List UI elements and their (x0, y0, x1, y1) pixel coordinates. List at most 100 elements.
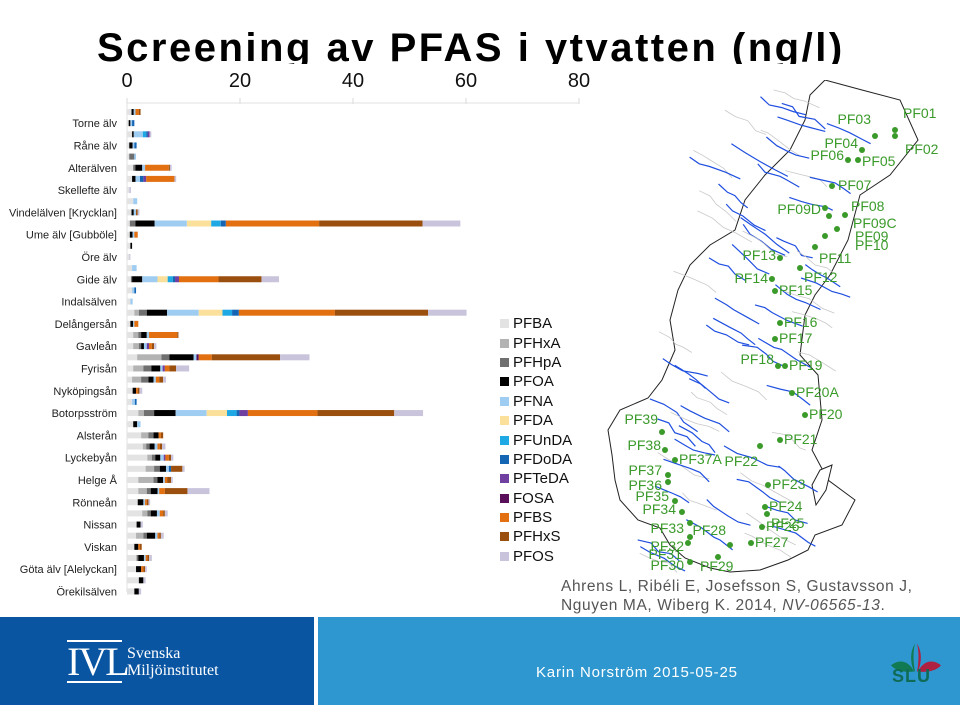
bar-segment-pfba (127, 510, 143, 517)
bar-pf36 (127, 543, 142, 550)
bar-segment-pfhxs (139, 543, 142, 550)
ivl-logo-bottom-rule (67, 681, 122, 683)
bar-segment-pfhxa (133, 343, 139, 350)
site-label: PF37A (679, 451, 722, 467)
site-marker (822, 205, 828, 211)
site-marker (687, 559, 693, 565)
bar-segment-pfos (174, 175, 177, 182)
site-marker (769, 276, 775, 282)
site-pf17: PF17 (772, 330, 813, 346)
bar-segment-pfba (127, 532, 137, 539)
bar-segment-pfdoda (146, 131, 148, 138)
y-category-label: Ume älv [Gubböle] (26, 230, 117, 242)
bar-segment-pfos (160, 532, 164, 539)
bar-segment-pfunda (142, 131, 147, 138)
legend-label: PFHxA (513, 334, 561, 352)
bar-pf26 (127, 432, 164, 439)
bar-segment-pfos (139, 387, 143, 394)
bar-pf27 (127, 443, 166, 450)
bar-segment-pfba (127, 410, 139, 417)
y-category-label: Viskan (84, 542, 117, 554)
bar-segment-pfoa (133, 421, 138, 428)
bar-segment-pfba (127, 242, 131, 249)
bar-segment-pfna (132, 287, 135, 294)
bar-segment-pfna (142, 164, 146, 171)
legend-label: FOSA (513, 489, 554, 507)
bar-segment-pfos (143, 577, 146, 584)
bar-segment-pfoa (153, 432, 159, 439)
bar-pf03 (127, 131, 152, 138)
y-category-label: Nyköpingsån (53, 386, 117, 398)
y-category-label: Gavleån (76, 341, 117, 353)
bar-segment-pfdoda (139, 175, 144, 182)
bar-segment-pfba (127, 588, 135, 595)
bar-segment-pfoa (146, 532, 156, 539)
legend-swatch (500, 454, 509, 464)
catchment-boundary (724, 109, 767, 135)
bar-segment-pfdoda (132, 120, 135, 127)
bar-segment-pfos (171, 476, 173, 483)
site-marker (892, 133, 898, 139)
site-marker (765, 482, 771, 488)
bar-segment-pfoa (132, 175, 136, 182)
bar-segment-pfoa (134, 588, 139, 595)
bar-pf22 (127, 387, 143, 394)
bar-segment-pfhpa (130, 276, 133, 283)
bar-segment-pfba (127, 499, 138, 506)
bar-segment-pfos (140, 521, 143, 528)
bar-segment-pfba (127, 231, 130, 238)
bar-segment-pfna (132, 231, 135, 238)
bar-segment-pfbs (165, 454, 169, 461)
bar-segment-pfba (127, 187, 130, 194)
bar-segment-pfbs (134, 231, 138, 238)
bar-segment-pfoa (149, 443, 155, 450)
bar-segment-pfoa (136, 566, 142, 573)
site-marker (672, 457, 678, 463)
site-label: PF03 (838, 111, 872, 127)
bar-segment-pfos (428, 309, 467, 316)
x-tick-label: 20 (229, 70, 251, 92)
site-pf27: PF27 (748, 534, 789, 550)
y-category-label: Torne älv (72, 118, 117, 130)
bar-segment-pfba (127, 443, 143, 450)
bar-segment-pfna (165, 465, 169, 472)
site-pf05: PF05 (855, 153, 896, 169)
site-label: PF37 (629, 462, 663, 478)
site-marker (687, 534, 693, 540)
bar-segment-pfhxa (147, 454, 152, 461)
legend-label: PFDoDA (513, 450, 573, 468)
bar-pf10 (127, 242, 133, 249)
site-label: PF07 (838, 177, 872, 193)
bar-segment-pfna (130, 120, 133, 127)
bar-segment-pfba (127, 421, 134, 428)
bar-segment-pfhpa (136, 555, 139, 561)
bar-segment-pfhpa (138, 343, 142, 350)
site-marker (812, 244, 818, 250)
bar-segment-pfba (127, 376, 133, 383)
site-marker (659, 429, 665, 435)
bar-segment-pfdoda (172, 276, 176, 283)
legend-label: PFHxS (513, 528, 561, 546)
bar-segment-pfbs (157, 443, 160, 450)
bar-segment-pfna (134, 153, 137, 160)
bar-segment-pfba (127, 332, 134, 338)
y-category-label: Fyrisån (81, 363, 117, 375)
citation-line-1: Ahrens L, Ribéli E, Josefsson S, Gustavs… (561, 578, 913, 595)
y-category-label: Öre älv (82, 252, 118, 264)
bar-segment-pfba (127, 220, 130, 227)
site-marker (797, 265, 803, 271)
site-marker (822, 233, 828, 239)
bar-segment-pfba (127, 343, 134, 350)
river (718, 183, 749, 209)
bar-segment-pfoa (129, 231, 133, 238)
legend-swatch (500, 532, 509, 542)
bar-segment-pfunda (227, 410, 237, 417)
bar-pf09d (127, 198, 138, 205)
bar-segment-pfteda (239, 410, 248, 417)
bar-segment-pfos (182, 465, 185, 472)
bar-segment-pfhxs (159, 443, 163, 450)
bar-segment-pfhxs (137, 387, 140, 394)
bar-pf01 (127, 109, 141, 115)
site-marker (672, 498, 678, 504)
bar-segment-pfhpa (129, 220, 136, 227)
